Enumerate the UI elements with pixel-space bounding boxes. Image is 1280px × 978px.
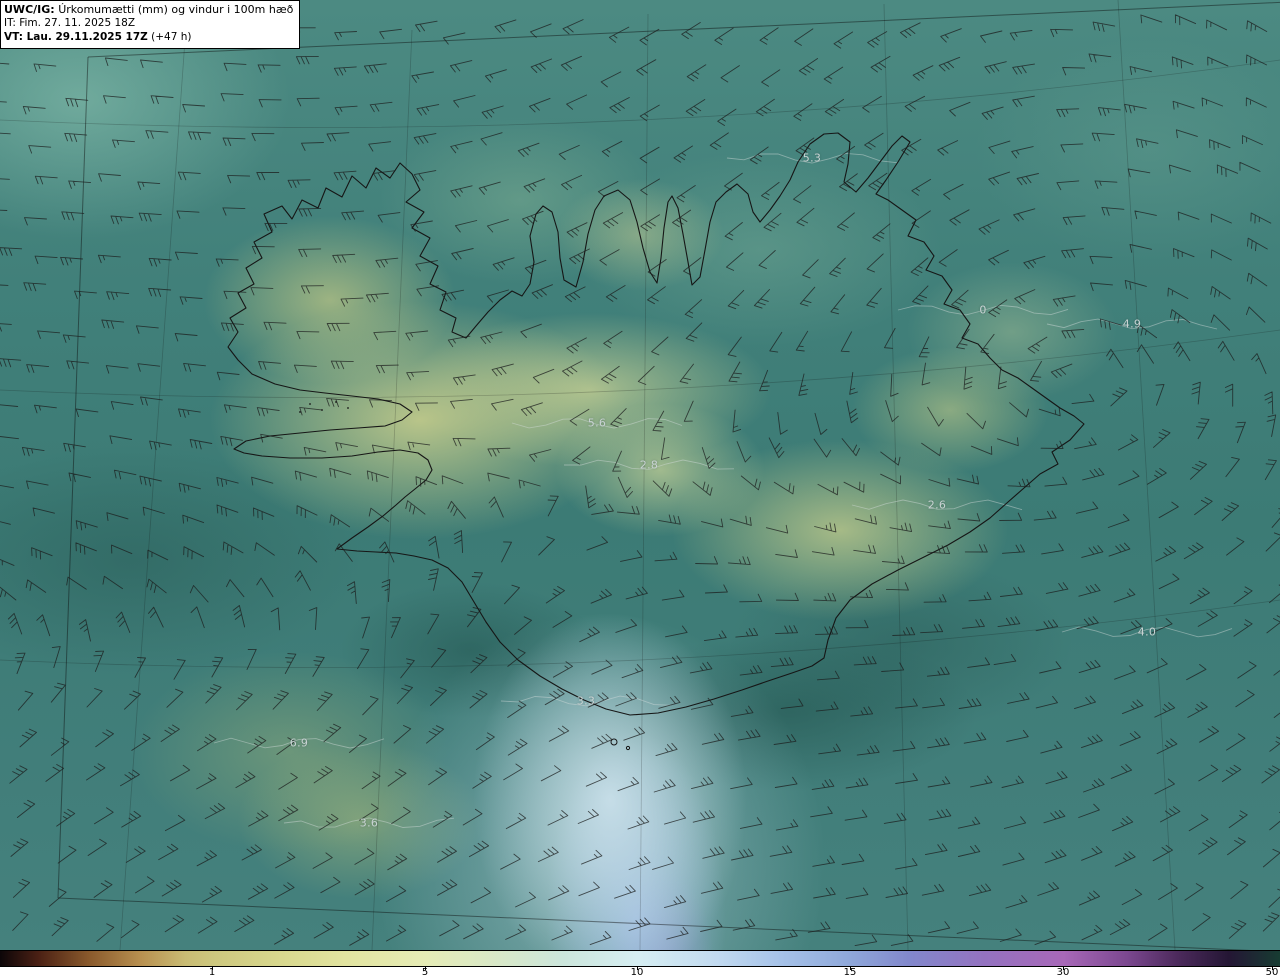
colorbar-tick-label: 30 [1056,967,1070,978]
weather-map: 5.3 4.9 0 5.6 2.8 2.6 4.0 3.3 6.9 3.6 UWC/IG: Úrk… [0,0,1280,978]
colorbar-tick-label: 5 [421,967,429,978]
map-area: 5.3 4.9 0 5.6 2.8 2.6 4.0 3.3 6.9 3.6 UWC/IG: Úrk… [0,0,1280,950]
colorbar-gradient [0,950,1280,967]
title-box: UWC/IG: Úrkomumætti (mm) og vindur i 100… [0,0,301,49]
colorbar-tick-row: 1 5 10 15 30 50 [0,967,1280,978]
island-small [625,745,631,751]
iceland-coastline [227,132,1085,751]
wind-barbs [0,14,1280,947]
valid-time-offset: (+47 h) [151,30,192,43]
valid-time: VT: Lau. 29.11.2025 17Z [4,30,148,43]
coastline-path [227,132,1085,716]
colorbar: 1 5 10 15 30 50 [0,950,1280,978]
colorbar-tick-label: 1 [208,967,216,978]
product-title: Úrkomumætti (mm) og vindur i 100m hæð [58,3,294,16]
graticule-lines [0,0,1280,950]
contour-lines [213,152,1233,828]
colorbar-tick-label: 50 [1265,967,1279,978]
colorbar-tick-label: 15 [843,967,857,978]
init-time: IT: Fim. 27. 11. 2025 18Z [4,17,136,30]
colorbar-tick-label: 10 [630,967,644,978]
product-id: UWC/IG: [4,3,55,16]
map-overlay [0,0,1280,950]
